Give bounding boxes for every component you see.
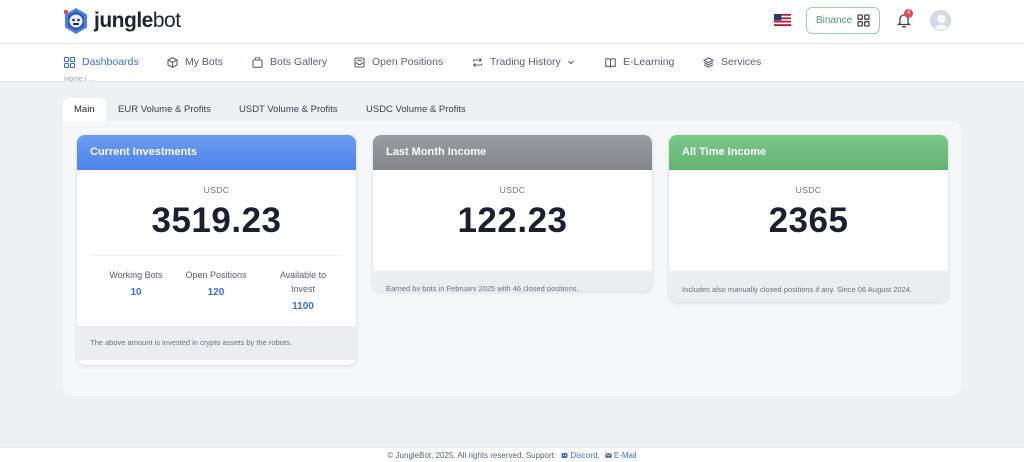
tab-usdt-volume-profits[interactable]: USDT Volume & Profits: [228, 98, 349, 122]
currency-unit: USDC: [203, 185, 230, 195]
exchange-label: Binance: [816, 15, 853, 26]
stat-working-bots: Working Bots 10: [91, 268, 181, 298]
nav-item-my-bots[interactable]: My Bots: [167, 56, 223, 68]
nav-item-trading-history[interactable]: Trading History: [472, 56, 575, 68]
nav-label: E-Learning: [623, 56, 675, 68]
us-flag-icon[interactable]: [774, 14, 791, 26]
gorilla-logo-icon: [64, 8, 87, 34]
nav-label: Services: [721, 56, 762, 68]
nav-label: My Bots: [185, 56, 223, 68]
stat-label: Available to Invest: [279, 270, 327, 294]
all-time-income-card: All Time Income USDC 2365 Includes also …: [669, 135, 948, 302]
nav-item-e-learning[interactable]: E-Learning: [605, 56, 674, 68]
brand-name: junglebot: [94, 9, 181, 32]
card-title: All Time Income: [669, 135, 948, 170]
main-nav: Dashboards My Bots Bots Gallery Open Pos…: [0, 44, 1024, 82]
nav-item-bots-gallery[interactable]: Bots Gallery: [252, 56, 327, 68]
page-footer: © JungleBot, 2025. All rights reserved. …: [0, 447, 1024, 462]
tab-usdc-volume-profits[interactable]: USDC Volume & Profits: [355, 98, 477, 122]
current-investments-card: Current Investments USDC 3519.23 Working…: [77, 135, 356, 365]
cube-icon: [167, 56, 178, 68]
chevron-down-icon: [567, 60, 574, 65]
investment-stats: Working Bots 10 Open Positions 120 Avail…: [91, 255, 342, 326]
stat-label: Working Bots: [109, 270, 163, 280]
investment-amount: 3519.23: [151, 201, 282, 240]
stat-open-positions: Open Positions 120: [171, 268, 261, 298]
income-amount: 2365: [768, 201, 849, 240]
top-header: junglebot Binance 4: [0, 0, 1024, 44]
currency-unit: USDC: [795, 185, 822, 195]
repeat-icon: [472, 57, 483, 67]
currency-unit: USDC: [499, 185, 526, 195]
nav-label: Trading History: [490, 56, 561, 68]
stat-value[interactable]: 10: [91, 287, 181, 298]
discord-icon: [561, 453, 568, 458]
notification-count-badge: 4: [904, 9, 913, 18]
email-link[interactable]: E-Mail: [614, 451, 637, 460]
grid-icon: [857, 14, 870, 27]
nav-item-dashboards[interactable]: Dashboards: [64, 56, 139, 68]
stat-available-to-invest: Available to Invest 1100: [261, 268, 345, 312]
copyright-text: © JungleBot, 2025. All rights reserved. …: [387, 451, 557, 460]
nav-label: Bots Gallery: [270, 56, 328, 68]
discord-link[interactable]: Discord,: [570, 451, 599, 460]
inbox-icon: [354, 56, 365, 68]
book-icon: [605, 57, 616, 68]
nav-label: Open Positions: [372, 56, 444, 68]
income-amount: 122.23: [457, 201, 568, 240]
brand-logo[interactable]: junglebot: [62, 7, 181, 35]
card-title: Current Investments: [77, 135, 356, 170]
dashboard-grid-icon: [64, 56, 75, 68]
exchange-selector-button[interactable]: Binance: [806, 7, 880, 34]
last-month-income-card: Last Month Income USDC 122.23 Earned by …: [373, 135, 652, 291]
stat-label: Open Positions: [185, 270, 247, 280]
bag-icon: [252, 56, 263, 68]
tab-eur-volume-profits[interactable]: EUR Volume & Profits: [107, 98, 222, 122]
card-footnote: Earned by bots in February 2025 with 46 …: [373, 271, 652, 291]
breadcrumb: Home / ...: [64, 76, 95, 81]
nav-item-open-positions[interactable]: Open Positions: [354, 56, 443, 68]
card-footnote: Includes also manually closed positions …: [669, 271, 948, 302]
user-avatar-icon[interactable]: [930, 10, 951, 31]
nav-label: Dashboards: [82, 56, 139, 68]
stat-value[interactable]: 120: [171, 287, 261, 298]
email-icon: [605, 453, 612, 458]
stat-value[interactable]: 1100: [273, 301, 333, 312]
layers-icon: [703, 56, 714, 68]
tab-main[interactable]: Main: [63, 98, 106, 122]
card-footnote: The above amount is invested in crypto a…: [77, 326, 356, 360]
card-title: Last Month Income: [373, 135, 652, 170]
nav-item-services[interactable]: Services: [703, 56, 761, 68]
